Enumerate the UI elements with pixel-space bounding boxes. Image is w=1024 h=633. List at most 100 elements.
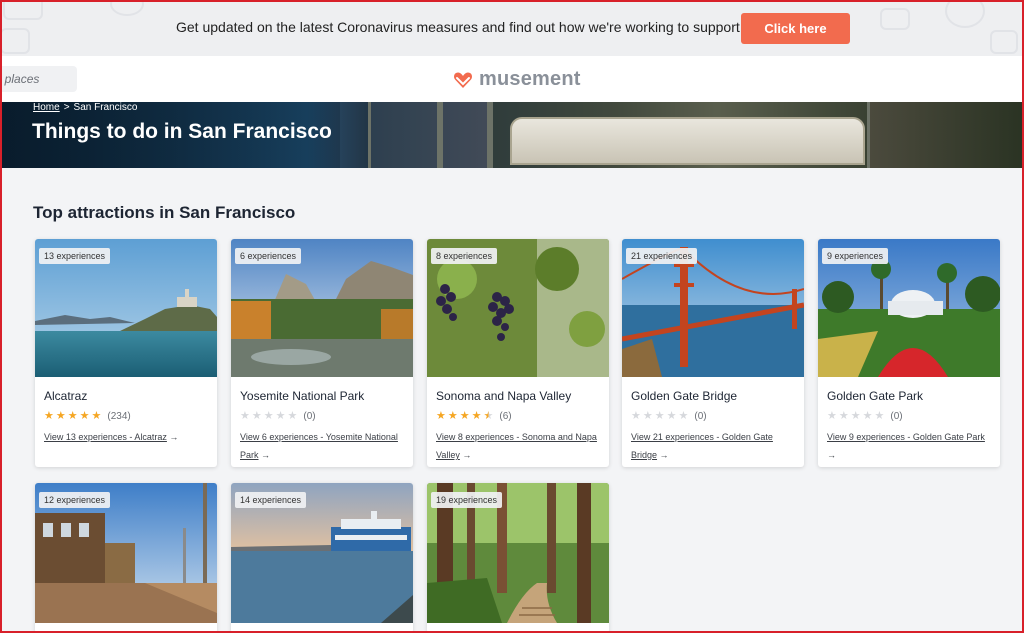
page-title: Things to do in San Francisco — [32, 120, 332, 143]
attraction-card[interactable]: 19 experiences — [427, 483, 609, 633]
waterfront-image: 14 experiences — [231, 483, 413, 623]
hero-banner: Home > San Francisco Things to do in San… — [0, 102, 1024, 168]
attraction-card-alcatraz[interactable]: 13 experiences Alcatraz ★ ★ ★ ★ ★ (234) View… — [35, 239, 217, 467]
star-icon: ★ — [275, 410, 286, 422]
view-experiences-text[interactable]: View 21 experiences - Golden Gate Bridge — [631, 432, 773, 460]
star-icon: ★ — [79, 410, 90, 422]
star-icon: ★ — [251, 410, 262, 422]
star-icon: ★ — [850, 410, 861, 422]
star-icon: ★ — [642, 410, 653, 422]
view-experiences-link[interactable]: View 21 experiences - Golden Gate Bridge… — [631, 428, 795, 464]
view-experiences-link[interactable]: View 13 experiences - Alcatraz → — [44, 428, 208, 446]
golden-gate-park-image: 9 experiences — [818, 239, 1000, 377]
section-title: Top attractions in San Francisco — [33, 203, 296, 222]
view-experiences-link[interactable]: View 9 experiences - Golden Gate Park → — [827, 428, 991, 464]
attraction-name: Golden Gate Bridge — [631, 389, 738, 403]
arrow-right-icon: → — [462, 450, 472, 460]
banner-doodle — [990, 30, 1018, 54]
star-icon: ★ — [666, 410, 677, 422]
yosemite-image: 6 experiences — [231, 239, 413, 377]
banner-doodle — [3, 0, 43, 20]
attraction-name: Yosemite National Park — [240, 389, 365, 403]
arrow-right-icon: → — [169, 432, 179, 442]
star-icon: ★ — [436, 410, 446, 422]
attraction-card[interactable]: 14 experiences — [231, 483, 413, 633]
view-experiences-text[interactable]: View 13 experiences - Alcatraz — [44, 432, 167, 442]
breadcrumb-home-link[interactable]: Home — [33, 102, 60, 113]
search-box[interactable] — [0, 66, 77, 92]
alcatraz-image: 13 experiences — [35, 239, 217, 377]
heart-logo-icon — [454, 72, 472, 88]
review-count: (0) — [890, 411, 903, 422]
banner-doodle — [0, 28, 30, 54]
attraction-card-golden-gate-park[interactable]: 9 experiences Golden Gate Park ★ ★ ★ ★ ★ (0)… — [818, 239, 1000, 467]
star-icon: ★ — [838, 410, 849, 422]
banner-doodle — [880, 8, 910, 30]
star-icon: ★ — [631, 410, 641, 422]
star-rating: ★ ★ ★ ★ ★ (0) — [827, 410, 991, 423]
view-experiences-text[interactable]: View 8 experiences - Sonoma and Napa Val… — [436, 432, 597, 460]
musement-logo[interactable]: musement — [453, 68, 581, 91]
click-here-button[interactable]: Click here — [741, 13, 850, 44]
review-count: (6) — [499, 411, 512, 422]
experience-count-badge: 6 experiences — [235, 248, 302, 264]
star-icon: ★ — [91, 410, 102, 422]
attraction-card-yosemite[interactable]: 6 experiences Yosemite National Park ★ ★ ★… — [231, 239, 413, 467]
hero-window-pane — [440, 102, 490, 168]
covid-banner: Get updated on the latest Coronavirus me… — [0, 0, 1024, 56]
experience-count-badge: 14 experiences — [235, 492, 307, 508]
attraction-card-golden-gate-bridge[interactable]: 21 experiences Golden Gate Bridge ★ ★ ★ ★ ★ … — [622, 239, 804, 467]
search-input[interactable] — [0, 66, 77, 92]
star-icon: ★ — [678, 410, 689, 422]
star-rating: ★ ★ ★ ★ ★ (234) — [44, 410, 208, 423]
star-rating: ★ ★ ★ ★ ★ (0) — [240, 410, 404, 423]
redwoods-image: 19 experiences — [427, 483, 609, 623]
review-count: (0) — [694, 411, 707, 422]
star-icon: ★ — [827, 410, 837, 422]
banner-message: Get updated on the latest Coronavirus me… — [176, 19, 771, 35]
site-header: musement — [0, 56, 1024, 102]
star-icon: ★ — [240, 410, 250, 422]
view-experiences-link[interactable]: View 8 experiences - Sonoma and Napa Val… — [436, 428, 600, 464]
attraction-card[interactable]: 12 experiences — [35, 483, 217, 633]
attraction-name: Golden Gate Park — [827, 389, 924, 403]
experience-count-badge: 8 experiences — [431, 248, 498, 264]
arrow-right-icon: → — [659, 450, 669, 460]
hero-window-pane — [368, 102, 440, 168]
attraction-name: Sonoma and Napa Valley — [436, 389, 572, 403]
logo-text: musement — [479, 68, 581, 90]
breadcrumb-separator: > — [63, 102, 70, 113]
breadcrumb-current: San Francisco — [73, 102, 138, 113]
attraction-card-sonoma-napa[interactable]: 8 experiences Sonoma and Napa Valley ★ ★ ★… — [427, 239, 609, 467]
sonoma-napa-image: 8 experiences — [427, 239, 609, 377]
golden-gate-bridge-image: 21 experiences — [622, 239, 804, 377]
star-icon: ★ — [55, 410, 66, 422]
experience-count-badge: 13 experiences — [39, 248, 111, 264]
half-star-icon: ★ — [483, 410, 494, 422]
star-rating: ★ ★ ★ ★ ★ (0) — [631, 410, 795, 423]
star-icon: ★ — [459, 410, 470, 422]
experience-count-badge: 12 experiences — [39, 492, 111, 508]
attraction-name: Alcatraz — [44, 389, 88, 403]
star-icon: ★ — [447, 410, 458, 422]
hero-bench-shape — [510, 117, 865, 165]
star-icon: ★ — [287, 410, 298, 422]
arrow-right-icon: → — [261, 450, 271, 460]
arrow-right-icon: → — [827, 450, 836, 460]
review-count: (234) — [107, 411, 131, 422]
pier-image: 12 experiences — [35, 483, 217, 623]
star-icon: ★ — [471, 410, 482, 422]
star-icon: ★ — [44, 410, 54, 422]
view-experiences-text[interactable]: View 9 experiences - Golden Gate Park — [827, 432, 985, 442]
view-experiences-link[interactable]: View 6 experiences - Yosemite National P… — [240, 428, 404, 464]
star-icon: ★ — [654, 410, 665, 422]
star-icon: ★ — [67, 410, 78, 422]
star-icon: ★ — [874, 410, 885, 422]
experience-count-badge: 21 experiences — [626, 248, 698, 264]
review-count: (0) — [303, 411, 316, 422]
star-icon: ★ — [862, 410, 873, 422]
breadcrumb: Home > San Francisco — [33, 102, 137, 113]
star-icon: ★ — [263, 410, 274, 422]
experience-count-badge: 19 experiences — [431, 492, 503, 508]
banner-doodle — [110, 0, 144, 16]
